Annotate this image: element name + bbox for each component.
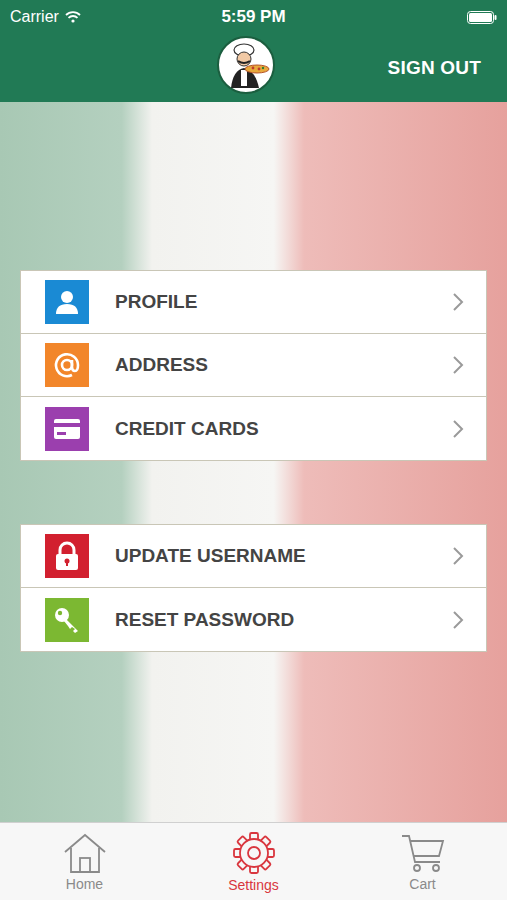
card-icon <box>45 407 89 451</box>
carrier-label: Carrier <box>10 8 59 26</box>
tab-label: Settings <box>228 877 279 893</box>
menu-group: UPDATE USERNAME RESET PASSWORD <box>20 524 487 652</box>
person-icon <box>45 280 89 324</box>
wifi-icon <box>65 11 81 23</box>
menu-row[interactable]: ADDRESS <box>21 334 486 397</box>
tab-item[interactable]: Home <box>0 823 169 900</box>
top-bar: Carrier 5:59 PM SIGN OUT <box>0 0 507 102</box>
battery-icon <box>467 11 497 24</box>
key-icon <box>45 598 89 642</box>
home-icon <box>62 832 108 874</box>
flag-background <box>0 102 507 822</box>
menu-row[interactable]: CREDIT CARDS <box>21 397 486 460</box>
chevron-right-icon <box>452 355 464 375</box>
gear-icon <box>232 831 276 875</box>
menu-label: ADDRESS <box>115 354 452 376</box>
menu-label: PROFILE <box>115 291 452 313</box>
chevron-right-icon <box>452 419 464 439</box>
tab-label: Home <box>66 876 103 892</box>
tab-label: Cart <box>409 876 435 892</box>
chevron-right-icon <box>452 292 464 312</box>
settings-screen: Carrier 5:59 PM SIGN OUT PROFILE ADDRESS CRED… <box>0 0 507 900</box>
chef-logo-icon[interactable] <box>217 36 275 94</box>
sign-out-button[interactable]: SIGN OUT <box>388 57 481 79</box>
menu-row[interactable]: UPDATE USERNAME <box>21 525 486 588</box>
lock-icon <box>45 534 89 578</box>
tab-bar: Home Settings Cart <box>0 822 507 900</box>
chevron-right-icon <box>452 610 464 630</box>
chevron-right-icon <box>452 546 464 566</box>
header: SIGN OUT <box>0 34 507 102</box>
tab-item[interactable]: Cart <box>338 823 507 900</box>
settings-content: PROFILE ADDRESS CREDIT CARDS UPDATE USERNAM… <box>0 102 507 822</box>
status-bar: Carrier 5:59 PM <box>0 0 507 34</box>
menu-group: PROFILE ADDRESS CREDIT CARDS <box>20 270 487 461</box>
menu-label: RESET PASSWORD <box>115 609 452 631</box>
tab-item[interactable]: Settings <box>169 823 338 900</box>
menu-label: CREDIT CARDS <box>115 418 452 440</box>
clock: 5:59 PM <box>221 7 285 27</box>
menu-label: UPDATE USERNAME <box>115 545 452 567</box>
at-icon <box>45 343 89 387</box>
cart-icon <box>400 832 446 874</box>
menu-row[interactable]: PROFILE <box>21 271 486 334</box>
menu-row[interactable]: RESET PASSWORD <box>21 588 486 651</box>
